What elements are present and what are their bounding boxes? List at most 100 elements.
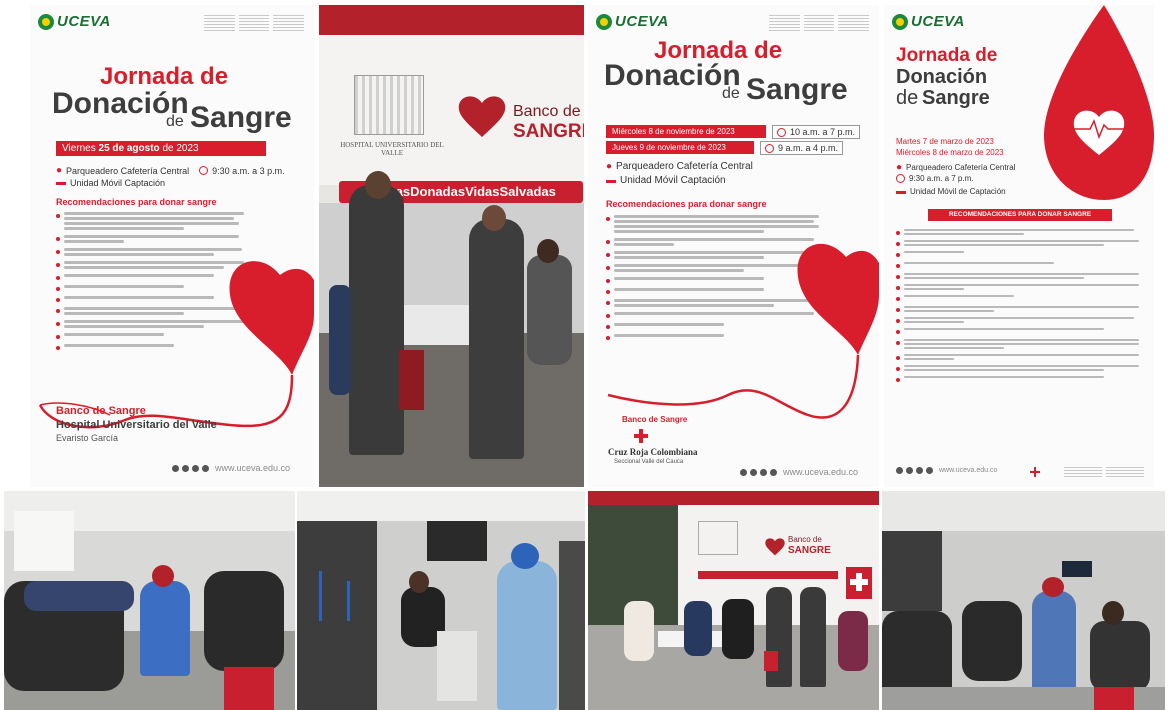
youtube-icon — [770, 468, 777, 476]
location-pin-icon: ● — [896, 162, 903, 173]
list-item — [606, 215, 826, 233]
recommendations-title: Recomendaciones para donar sangre — [56, 197, 217, 207]
list-item — [896, 339, 1144, 349]
window — [882, 531, 942, 611]
list-item — [896, 376, 1144, 382]
photo-unit-interior[interactable] — [882, 491, 1165, 710]
facebook-icon — [172, 464, 179, 472]
uceva-logo: UCEVA — [38, 13, 111, 30]
poster-title-sangre: Sangre — [746, 73, 848, 106]
location-line: ● Parqueadero Cafetería Central — [896, 162, 1016, 173]
staff-person — [766, 587, 792, 687]
recommendations-title: Recomendaciones para donar sangre — [606, 199, 767, 209]
red-cross-name: Cruz Roja Colombiana — [608, 447, 698, 457]
uceva-logo: UCEVA — [892, 13, 965, 30]
donor-lying — [24, 581, 134, 611]
donor-seated — [527, 255, 572, 365]
twitter-icon — [916, 467, 923, 474]
facebook-icon — [896, 467, 903, 474]
list-item — [896, 273, 1144, 279]
partner-logos — [769, 15, 870, 33]
staff-person-2 — [469, 219, 524, 459]
uceva-logo-icon — [892, 13, 908, 30]
photo-nurse-with-donor[interactable] — [297, 491, 585, 710]
facebook-icon — [740, 468, 747, 476]
blood-drop-icon — [1044, 5, 1154, 200]
list-item — [896, 365, 1144, 371]
window — [14, 511, 74, 571]
cabinet — [297, 521, 377, 710]
clock-icon — [896, 174, 905, 183]
blood-bank-label: Banco de Sangre — [56, 405, 146, 417]
person-seated — [684, 601, 712, 656]
footer-url[interactable]: www.uceva.edu.co — [740, 467, 858, 477]
list-item — [896, 306, 1144, 312]
red-cross-subname: Seccional Valle del Cauca — [614, 459, 684, 465]
staff-person-1 — [349, 185, 404, 455]
blood-bank-heart-icon — [458, 96, 506, 137]
date-line-1: Martes 7 de marzo de 2023 — [896, 137, 994, 146]
unit-line: ▬ Unidad Móvil Captación — [606, 175, 726, 186]
photo-outdoor-donation[interactable]: Banco de SANGRE — [588, 491, 879, 710]
hashtag-banner — [698, 571, 838, 579]
recommendations-list — [896, 229, 1144, 387]
time-line-1: 10 a.m. a 7 p.m. — [772, 125, 861, 139]
date-banner-1: Miércoles 8 de noviembre de 2023 — [606, 125, 766, 138]
footer-url[interactable]: www.uceva.edu.co — [896, 467, 997, 474]
youtube-icon — [926, 467, 933, 474]
clock-icon — [765, 143, 774, 153]
poster-title-de: de — [166, 113, 184, 130]
blood-bank-hospital: Hospital Universitario del Valle — [56, 419, 217, 431]
date-banner-2: Jueves 9 de noviembre de 2023 — [606, 141, 754, 154]
donor-seated — [1090, 621, 1150, 691]
list-item — [896, 317, 1144, 323]
poster-title-de: de — [896, 87, 919, 109]
blood-bank-sign-line2: SANGRE — [788, 545, 831, 556]
person-seated — [838, 611, 868, 671]
clock-icon — [199, 166, 209, 175]
location-line: ● Parqueadero Cafetería Central 9:30 a.m… — [56, 165, 285, 176]
poster-title-de: de — [722, 85, 740, 102]
monitor — [1062, 561, 1092, 577]
instagram-icon — [750, 468, 757, 476]
photo-donors-in-unit[interactable] — [4, 491, 295, 710]
poster-jornada-marzo[interactable]: UCEVA Jornada de Donación de Sangre Mart… — [884, 5, 1154, 487]
footer-partner-logos — [1064, 467, 1144, 479]
uceva-logo-icon — [38, 13, 54, 30]
red-cross-icon — [634, 429, 648, 443]
blood-bank-sign-line1: Banco de — [513, 103, 581, 120]
photo-mobile-unit-exterior[interactable]: HOSPITAL UNIVERSITARIO DEL VALLE Banco d… — [319, 5, 584, 487]
youtube-icon — [202, 464, 209, 472]
list-item — [56, 212, 246, 230]
staff-person — [800, 587, 826, 687]
poster-title-sangre: Sangre — [922, 87, 990, 109]
truck-icon: ▬ — [606, 175, 616, 186]
time-line: 9:30 a.m. a 7 p.m. — [896, 174, 973, 183]
list-item — [896, 328, 1144, 334]
location-line: ● Parqueadero Cafetería Central — [606, 161, 753, 172]
unit-line: ▬ Unidad Móvil Captación — [56, 177, 166, 188]
list-item — [896, 251, 1144, 257]
poster-title-jornada: Jornada de — [896, 45, 998, 66]
footer-url[interactable]: www.uceva.edu.co — [172, 463, 290, 473]
person-seated — [624, 601, 654, 661]
list-item — [896, 354, 1144, 360]
truck-icon: ▬ — [56, 177, 66, 188]
nurse-blue-gown — [140, 581, 190, 676]
blood-bank-sign-line1: Banco de — [788, 535, 822, 544]
date-line-2: Miércoles 8 de marzo de 2023 — [896, 148, 1004, 157]
date-banner: Viernes 25 de agosto de 2023 — [56, 141, 266, 156]
truck-icon: ▬ — [896, 186, 906, 197]
list-item — [896, 229, 1144, 235]
uceva-logo: UCEVA — [596, 13, 669, 30]
poster-jornada-noviembre[interactable]: UCEVA Jornada de Donación de Sangre Miér… — [588, 5, 879, 487]
poster-jornada-agosto[interactable]: UCEVA Jornada de Donación de Sangre Vier… — [30, 5, 314, 487]
partner-logos — [204, 15, 305, 33]
list-item — [896, 295, 1144, 301]
donation-chair — [962, 601, 1022, 681]
blood-bank-heart-icon — [765, 538, 785, 556]
poster-title-donacion: Donación — [896, 66, 988, 88]
nurse-blue-gown — [497, 561, 557, 710]
blood-bank-sign-line2: SANGRE — [513, 121, 584, 142]
donation-chair — [204, 571, 284, 671]
